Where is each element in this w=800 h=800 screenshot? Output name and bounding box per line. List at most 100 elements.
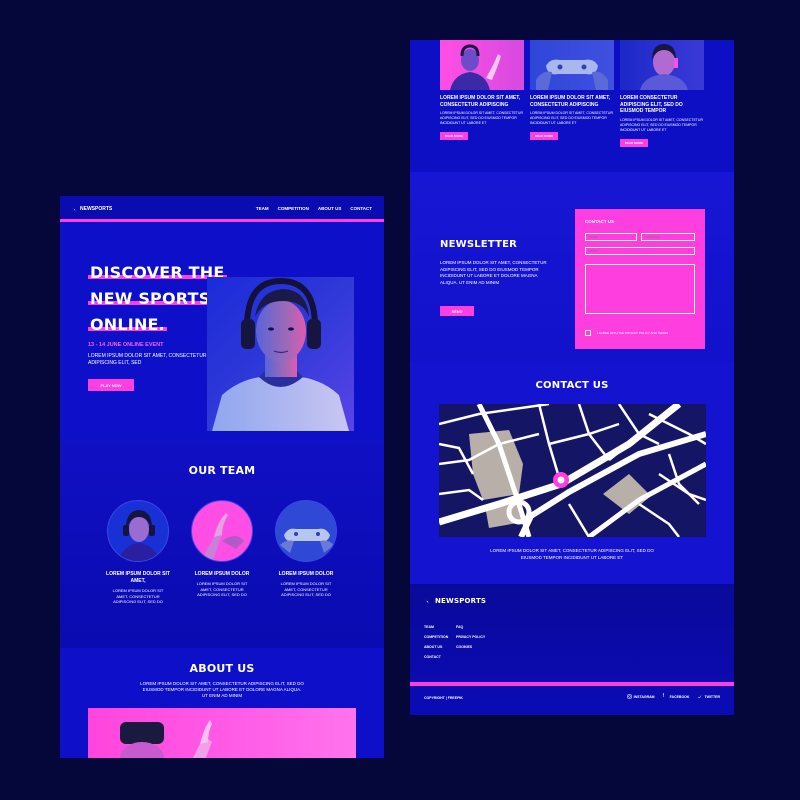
bolt-logo-icon [424, 598, 431, 605]
social-label: INSTAGRAM [633, 694, 655, 699]
news-text: LOREM IPSUM DOLOR SIT AMET, CONSECTETUR … [530, 111, 613, 125]
consent-label: I AGREE WITH THE PRIVACY POLICY AND TERM… [597, 331, 669, 335]
member-photo [191, 500, 253, 562]
member-illustration [118, 510, 160, 561]
street-map [439, 404, 706, 537]
message-textarea[interactable] [585, 264, 695, 314]
send-button[interactable]: SEND [440, 306, 474, 316]
facebook-icon: f [662, 693, 664, 699]
nav-item-about[interactable]: ABOUT US [318, 206, 342, 211]
social-instagram[interactable]: INSTAGRAM [626, 694, 655, 699]
about-text: LOREM IPSUM DOLOR SIT AMET, CONSECTETUR … [140, 681, 304, 698]
landing-page-left: NEWSPORTS TEAM COMPETITION ABOUT US CONT… [60, 196, 384, 758]
landing-page-right: LOREM IPSUM DOLOR SIT AMET, CONSECTETUR … [410, 40, 734, 715]
footer-links-col1: TEAM COMPETITION ABOUT US CONTACT [424, 622, 448, 662]
location-map[interactable] [439, 404, 706, 537]
news-title: LOREM IPSUM DOLOR SIT AMET, CONSECTETUR … [440, 95, 521, 108]
social-facebook[interactable]: f FACEBOOK [663, 694, 690, 699]
newsletter-section: NEWSLETTER LOREM IPSUM DOLOR SIT AMET, C… [410, 172, 734, 362]
footer-link[interactable]: ABOUT US [424, 642, 448, 652]
footer-link[interactable]: COOKIES [456, 642, 485, 652]
newsletter-title: NEWSLETTER [440, 239, 518, 250]
instagram-icon [626, 694, 632, 699]
hero-gamer-photo [207, 277, 354, 431]
controller-hands-illustration [536, 59, 608, 90]
news-title: LOREM CONSECTETUR ADIPISCING ELIT, SED D… [620, 95, 683, 114]
read-more-button[interactable]: READ MORE [530, 132, 558, 140]
read-more-button[interactable]: READ MORE [620, 138, 648, 147]
news-photo [440, 40, 524, 90]
contact-form: CONTACT US I AGREE WITH THE PRIVACY POLI… [575, 209, 705, 349]
footer-link[interactable]: PRIVACY POLICY [456, 632, 485, 642]
nav-item-contact[interactable]: CONTACT [350, 206, 372, 211]
news-card[interactable]: LOREM CONSECTETUR ADIPISCING ELIT, SED D… [620, 40, 704, 147]
hero-section: DISCOVER THE NEW SPORTS ONLINE. 13 - 14 … [60, 222, 384, 440]
member-name: LOREM IPSUM DOLOR SIT AMET, [106, 571, 170, 584]
news-card[interactable]: LOREM IPSUM DOLOR SIT AMET, CONSECTETUR … [530, 40, 614, 140]
newsletter-text: LOREM IPSUM DOLOR SIT AMET, CONSECTETUR … [440, 260, 547, 285]
top-nav: NEWSPORTS TEAM COMPETITION ABOUT US CONT… [60, 196, 384, 222]
social-label: TWITTER [704, 694, 720, 699]
site-logo[interactable]: NEWSPORTS [72, 206, 112, 212]
member-name: LOREM IPSUM DOLOR [278, 571, 334, 577]
footer-links-col2: FAQ PRIVACY POLICY COOKIES [456, 622, 485, 652]
bolt-logo-icon [72, 207, 77, 212]
about-title: ABOUT US [189, 662, 255, 675]
about-photo [88, 708, 356, 758]
contact-title: CONTACT US [535, 380, 609, 391]
team-member-card[interactable]: LOREM IPSUM DOLOR LOREM IPSUM DOLOR SIT … [182, 500, 262, 598]
hero-title-line: DISCOVER THE [88, 263, 227, 282]
map-pin-icon[interactable] [553, 472, 569, 488]
member-illustration [201, 513, 244, 561]
member-name: LOREM IPSUM DOLOR [194, 571, 250, 577]
hero-text: LOREM IPSUM DOLOR SIT AMET, CONSECTETUR … [88, 353, 207, 366]
consent-checkbox[interactable] [585, 330, 591, 336]
news-text: LOREM IPSUM DOLOR SIT AMET, CONSECTETUR … [440, 111, 523, 125]
member-photo [107, 500, 169, 562]
gamer-headset-illustration [640, 44, 688, 90]
read-more-button[interactable]: READ MORE [440, 132, 468, 140]
hero-title-line: NEW SPORTS [88, 289, 213, 308]
member-description: LOREM IPSUM DOLOR SIT AMET, CONSECTETUR … [196, 581, 248, 597]
footer-logo[interactable]: NEWSPORTS [424, 597, 486, 605]
news-card[interactable]: LOREM IPSUM DOLOR SIT AMET, CONSECTETUR … [440, 40, 524, 140]
site-footer: NEWSPORTS TEAM COMPETITION ABOUT US CONT… [410, 584, 734, 715]
news-photo [620, 40, 704, 90]
footer-link[interactable]: COMPETITION [424, 632, 448, 642]
member-description: LOREM IPSUM DOLOR SIT AMET, CONSECTETUR … [280, 581, 332, 597]
name-input[interactable] [585, 233, 637, 241]
email-input[interactable] [585, 247, 695, 255]
copyright: COPYRIGHT | FREEPIK [424, 696, 463, 700]
social-label: FACEBOOK [669, 694, 690, 699]
contact-text: LOREM IPSUM DOLOR SIT AMET, CONSECTETUR … [490, 548, 654, 560]
logo-text: NEWSPORTS [80, 206, 113, 212]
social-links: INSTAGRAM f FACEBOOK TWITTER [626, 694, 720, 699]
team-member-card[interactable]: LOREM IPSUM DOLOR SIT AMET, LOREM IPSUM … [98, 500, 178, 605]
team-section: OUR TEAM LOREM IPSUM DOLOR SIT AMET, LOR… [60, 440, 384, 648]
twitter-icon [697, 694, 702, 699]
surname-input[interactable] [641, 233, 695, 241]
footer-link[interactable]: FAQ [456, 622, 485, 632]
footer-link[interactable]: CONTACT [424, 652, 448, 662]
hero-title-line: ONLINE. [88, 315, 167, 334]
form-title: CONTACT US [585, 219, 615, 224]
footer-link[interactable]: TEAM [424, 622, 448, 632]
footer-accent-bar [410, 682, 734, 686]
team-member-card[interactable]: LOREM IPSUM DOLOR LOREM IPSUM DOLOR SIT … [266, 500, 346, 598]
gamer-illustration [212, 277, 349, 431]
about-section: ABOUT US LOREM IPSUM DOLOR SIT AMET, CON… [60, 648, 384, 758]
footer-logo-text: NEWSPORTS [435, 597, 487, 605]
member-photo [275, 500, 337, 562]
news-photo [530, 40, 614, 90]
gamer-controller-illustration [450, 44, 501, 90]
news-text: LOREM IPSUM DOLOR SIT AMET, CONSECTETUR … [620, 117, 703, 132]
nav-item-competition[interactable]: COMPETITION [278, 206, 309, 211]
play-now-button[interactable]: PLAY NOW [88, 379, 134, 391]
contact-section: CONTACT US LOREM IPSUM DOLOR SIT AMET, C… [410, 362, 734, 584]
team-title: OUR TEAM [188, 464, 256, 477]
vr-gamer-illustration [120, 720, 212, 758]
nav-item-team[interactable]: TEAM [256, 206, 269, 211]
social-twitter[interactable]: TWITTER [697, 694, 720, 699]
event-date: 13 - 14 JUNE ONLINE EVENT [88, 342, 164, 348]
nav-menu: TEAM COMPETITION ABOUT US CONTACT [256, 206, 372, 211]
